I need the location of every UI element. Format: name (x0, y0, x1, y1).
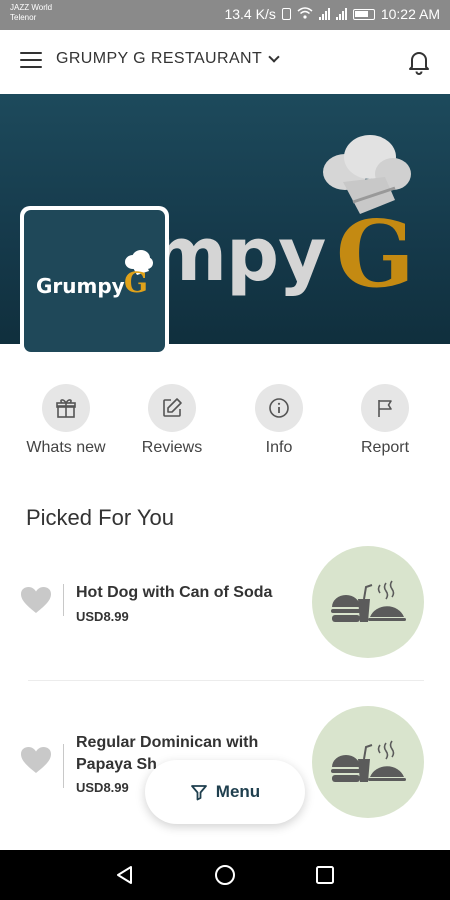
recents-icon[interactable] (314, 864, 336, 886)
signal-icon (318, 8, 330, 20)
network-speed: 13.4 K/s (224, 6, 276, 22)
status-bar: JAZZ World Telenor 13.4 K/s 10:22 AM (0, 0, 450, 30)
signal-icon-2 (335, 8, 347, 20)
item-name: Hot Dog with Can of Soda (76, 584, 273, 601)
item-divider (63, 744, 64, 788)
item-image (312, 706, 424, 818)
whats-new-label: Whats new (26, 439, 106, 456)
item-price: USD8.99 (76, 780, 129, 795)
home-icon[interactable] (214, 864, 236, 886)
whats-new-button[interactable]: Whats new (16, 384, 116, 457)
section-title: Picked For You (26, 505, 174, 530)
heart-icon[interactable] (20, 586, 52, 614)
top-app-bar: GRUMPY G RESTAURANT (0, 30, 450, 94)
info-button[interactable]: Info (229, 384, 329, 457)
chef-hat-icon (323, 135, 411, 214)
item-separator (28, 680, 424, 681)
back-icon[interactable] (114, 864, 136, 886)
reviews-button[interactable]: Reviews (122, 384, 222, 457)
restaurant-selector[interactable]: GRUMPY G RESTAURANT (56, 50, 280, 68)
flag-icon (361, 384, 409, 432)
menu-button-label: Menu (215, 782, 261, 801)
item-price: USD8.99 (76, 609, 129, 624)
carrier-1: JAZZ World (10, 3, 53, 12)
carrier-2: Telenor (10, 13, 37, 22)
gift-icon (42, 384, 90, 432)
banner-brand-word: mpy (150, 212, 326, 298)
heart-icon[interactable] (20, 746, 52, 774)
carrier-info: JAZZ World Telenor (10, 3, 52, 23)
info-icon (255, 384, 303, 432)
edit-icon (148, 384, 196, 432)
status-indicators: 13.4 K/s 10:22 AM (224, 6, 440, 22)
item-image (312, 546, 424, 658)
food-icon (331, 580, 406, 622)
report-button[interactable]: Report (335, 384, 435, 457)
reviews-label: Reviews (141, 439, 203, 456)
filter-icon (190, 785, 207, 801)
wifi-icon (297, 6, 313, 22)
food-icon (331, 740, 406, 782)
system-navigation-bar (0, 850, 450, 900)
logo-letter: G (124, 266, 148, 299)
clock: 10:22 AM (380, 6, 440, 22)
hamburger-icon[interactable] (20, 52, 42, 70)
action-row: Whats new Reviews Info Report (0, 384, 450, 464)
chevron-down-icon (268, 51, 280, 63)
restaurant-logo: Grumpy G (20, 206, 169, 356)
logo-background: Grumpy G (24, 210, 165, 352)
item-divider (63, 584, 64, 616)
info-label: Info (265, 439, 293, 456)
logo-word: Grumpy (36, 274, 125, 298)
list-item[interactable]: Hot Dog with Can of Soda USD8.99 (0, 546, 450, 680)
menu-button[interactable]: Menu (145, 760, 305, 824)
restaurant-title: GRUMPY G RESTAURANT (56, 50, 263, 67)
battery-icon (352, 8, 375, 20)
vibrate-icon (281, 8, 291, 20)
bell-icon[interactable] (406, 48, 432, 76)
report-label: Report (360, 439, 410, 456)
